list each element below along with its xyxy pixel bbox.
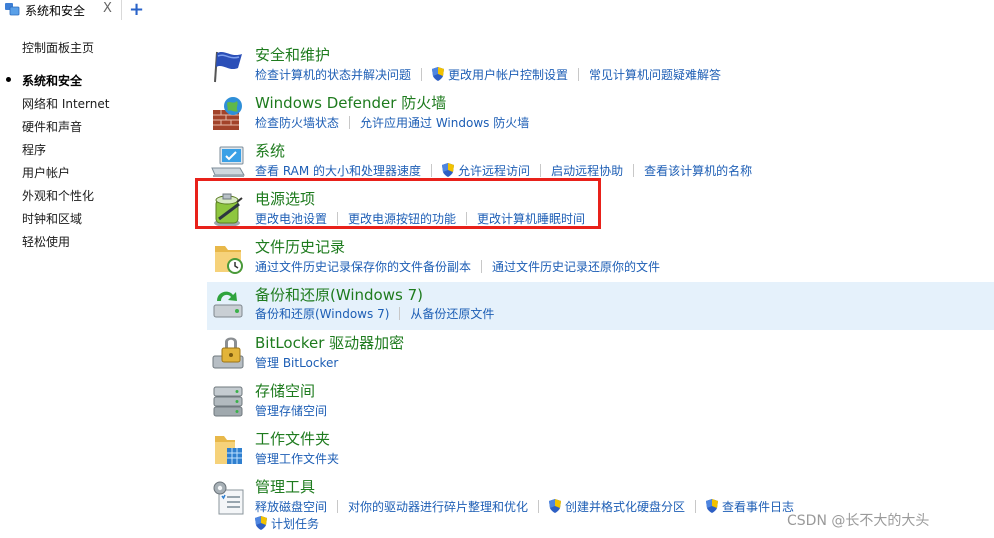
nav-item-hardware-sound[interactable]: 硬件和声音 xyxy=(22,118,82,135)
category-firewall: Windows Defender 防火墙 检查防火墙状态 允许应用通过 Wind… xyxy=(207,92,994,140)
category-title[interactable]: Windows Defender 防火墙 xyxy=(255,92,446,113)
divider xyxy=(481,259,483,273)
link-backup-restore[interactable]: 备份和还原(Windows 7) xyxy=(255,305,389,322)
uac-shield-icon xyxy=(549,499,562,513)
nav-item-network[interactable]: 网络和 Internet xyxy=(22,95,109,112)
link-restore-from-backup[interactable]: 从备份还原文件 xyxy=(410,305,494,322)
category-backup-restore[interactable]: 备份和还原(Windows 7) 备份和还原(Windows 7) 从备份还原文… xyxy=(207,282,994,330)
nav-item-clock-region[interactable]: 时钟和区域 xyxy=(22,210,82,227)
watermark: CSDN @长不大的大头 xyxy=(787,513,930,529)
divider xyxy=(538,499,540,513)
firewall-icon xyxy=(213,97,242,130)
computer-icon xyxy=(211,146,245,177)
add-tab-button[interactable]: + xyxy=(129,0,144,20)
link-uac-settings[interactable]: 更改用户帐户控制设置 xyxy=(432,66,568,83)
link-restore-files[interactable]: 通过文件历史记录还原你的文件 xyxy=(492,258,660,275)
link-save-backup[interactable]: 通过文件历史记录保存你的文件备份副本 xyxy=(255,258,471,275)
divider xyxy=(633,163,635,177)
link-row-2: 计划任务 xyxy=(255,515,319,531)
link-check-status[interactable]: 检查计算机的状态并解决问题 xyxy=(255,66,411,83)
bitlocker-icon xyxy=(212,337,244,369)
tab-bar: 系统和安全 X + xyxy=(0,0,994,20)
category-bitlocker: BitLocker 驱动器加密 管理 BitLocker xyxy=(207,332,994,380)
category-title[interactable]: 管理工具 xyxy=(255,476,315,497)
link-create-partition[interactable]: 创建并格式化硬盘分区 xyxy=(549,498,685,515)
divider xyxy=(540,163,542,177)
nav-item-ease-of-access[interactable]: 轻松使用 xyxy=(22,233,70,250)
backup-icon xyxy=(213,291,243,318)
link-label: 允许远程访问 xyxy=(458,163,531,178)
link-row: 通过文件历史记录保存你的文件备份副本 通过文件历史记录还原你的文件 xyxy=(255,258,660,274)
uac-shield-icon xyxy=(442,163,455,177)
link-task-scheduler[interactable]: 计划任务 xyxy=(255,515,319,532)
link-label: 查看事件日志 xyxy=(722,499,795,514)
divider xyxy=(578,67,580,81)
nav-item-appearance[interactable]: 外观和个性化 xyxy=(22,187,94,204)
link-row: 管理工作文件夹 xyxy=(255,450,339,466)
link-allow-app[interactable]: 允许应用通过 Windows 防火墙 xyxy=(360,114,529,131)
uac-shield-icon xyxy=(432,67,445,81)
category-title[interactable]: 备份和还原(Windows 7) xyxy=(255,284,423,305)
close-icon[interactable]: X xyxy=(103,1,112,16)
link-troubleshoot[interactable]: 常见计算机问题疑难解答 xyxy=(589,66,721,83)
link-row: 查看 RAM 的大小和处理器速度 允许远程访问 启动远程协助 查看该计算机的名称 xyxy=(255,162,752,178)
nav-item-system-security[interactable]: 系统和安全 xyxy=(22,72,82,89)
link-row: 管理 BitLocker xyxy=(255,354,338,370)
link-row: 检查计算机的状态并解决问题 更改用户帐户控制设置 常见计算机问题疑难解答 xyxy=(255,66,721,82)
link-disk-cleanup[interactable]: 释放磁盘空间 xyxy=(255,498,327,515)
category-security-maintenance: 安全和维护 检查计算机的状态并解决问题 更改用户帐户控制设置 常见计算机问题疑难… xyxy=(207,44,994,92)
category-title[interactable]: 安全和维护 xyxy=(255,44,330,65)
link-row: 释放磁盘空间 对你的驱动器进行碎片整理和优化 创建并格式化硬盘分区 查看事件日志 xyxy=(255,498,794,514)
work-folder-icon xyxy=(215,436,242,464)
link-ram-speed[interactable]: 查看 RAM 的大小和处理器速度 xyxy=(255,162,421,179)
tab-system-security[interactable]: 系统和安全 X xyxy=(0,0,122,20)
storage-icon xyxy=(213,386,243,417)
control-panel-icon xyxy=(5,3,20,16)
link-row: 检查防火墙状态 允许应用通过 Windows 防火墙 xyxy=(255,114,529,130)
uac-shield-icon xyxy=(706,499,719,513)
active-bullet-icon xyxy=(6,77,11,82)
divider xyxy=(431,163,433,177)
link-label: 更改用户帐户控制设置 xyxy=(448,67,569,82)
category-title[interactable]: 工作文件夹 xyxy=(255,428,330,449)
link-manage-storage[interactable]: 管理存储空间 xyxy=(255,402,327,419)
link-defragment[interactable]: 对你的驱动器进行碎片整理和优化 xyxy=(348,498,528,515)
link-computer-name[interactable]: 查看该计算机的名称 xyxy=(644,162,752,179)
link-row: 备份和还原(Windows 7) 从备份还原文件 xyxy=(255,305,494,321)
category-storage-spaces: 存储空间 管理存储空间 xyxy=(207,380,994,428)
divider xyxy=(349,115,351,129)
highlight-box xyxy=(195,178,601,229)
divider xyxy=(399,306,401,320)
link-manage-work-folders[interactable]: 管理工作文件夹 xyxy=(255,450,339,467)
link-manage-bitlocker[interactable]: 管理 BitLocker xyxy=(255,354,338,371)
category-title[interactable]: 存储空间 xyxy=(255,380,315,401)
nav-item-user-accounts[interactable]: 用户帐户 xyxy=(22,164,70,181)
divider xyxy=(337,499,339,513)
flag-icon xyxy=(214,51,242,83)
category-work-folders: 工作文件夹 管理工作文件夹 xyxy=(207,428,994,476)
category-file-history: 文件历史记录 通过文件历史记录保存你的文件备份副本 通过文件历史记录还原你的文件 xyxy=(207,236,994,284)
uac-shield-icon xyxy=(255,516,267,530)
link-row: 管理存储空间 xyxy=(255,402,327,418)
divider xyxy=(695,499,697,513)
nav-item-programs[interactable]: 程序 xyxy=(22,141,46,158)
category-title[interactable]: 系统 xyxy=(255,140,285,161)
admin-tools-icon xyxy=(213,481,244,515)
category-title[interactable]: BitLocker 驱动器加密 xyxy=(255,332,404,353)
link-remote-assist[interactable]: 启动远程协助 xyxy=(551,162,623,179)
link-remote-access[interactable]: 允许远程访问 xyxy=(442,162,530,179)
link-label: 计划任务 xyxy=(271,516,320,531)
tab-title: 系统和安全 xyxy=(25,4,86,18)
file-history-icon xyxy=(215,246,243,274)
link-event-log[interactable]: 查看事件日志 xyxy=(706,498,794,515)
link-firewall-status[interactable]: 检查防火墙状态 xyxy=(255,114,339,131)
nav-home-link[interactable]: 控制面板主页 xyxy=(22,39,94,56)
category-title[interactable]: 文件历史记录 xyxy=(255,236,345,257)
link-label: 创建并格式化硬盘分区 xyxy=(565,499,686,514)
divider xyxy=(421,67,423,81)
